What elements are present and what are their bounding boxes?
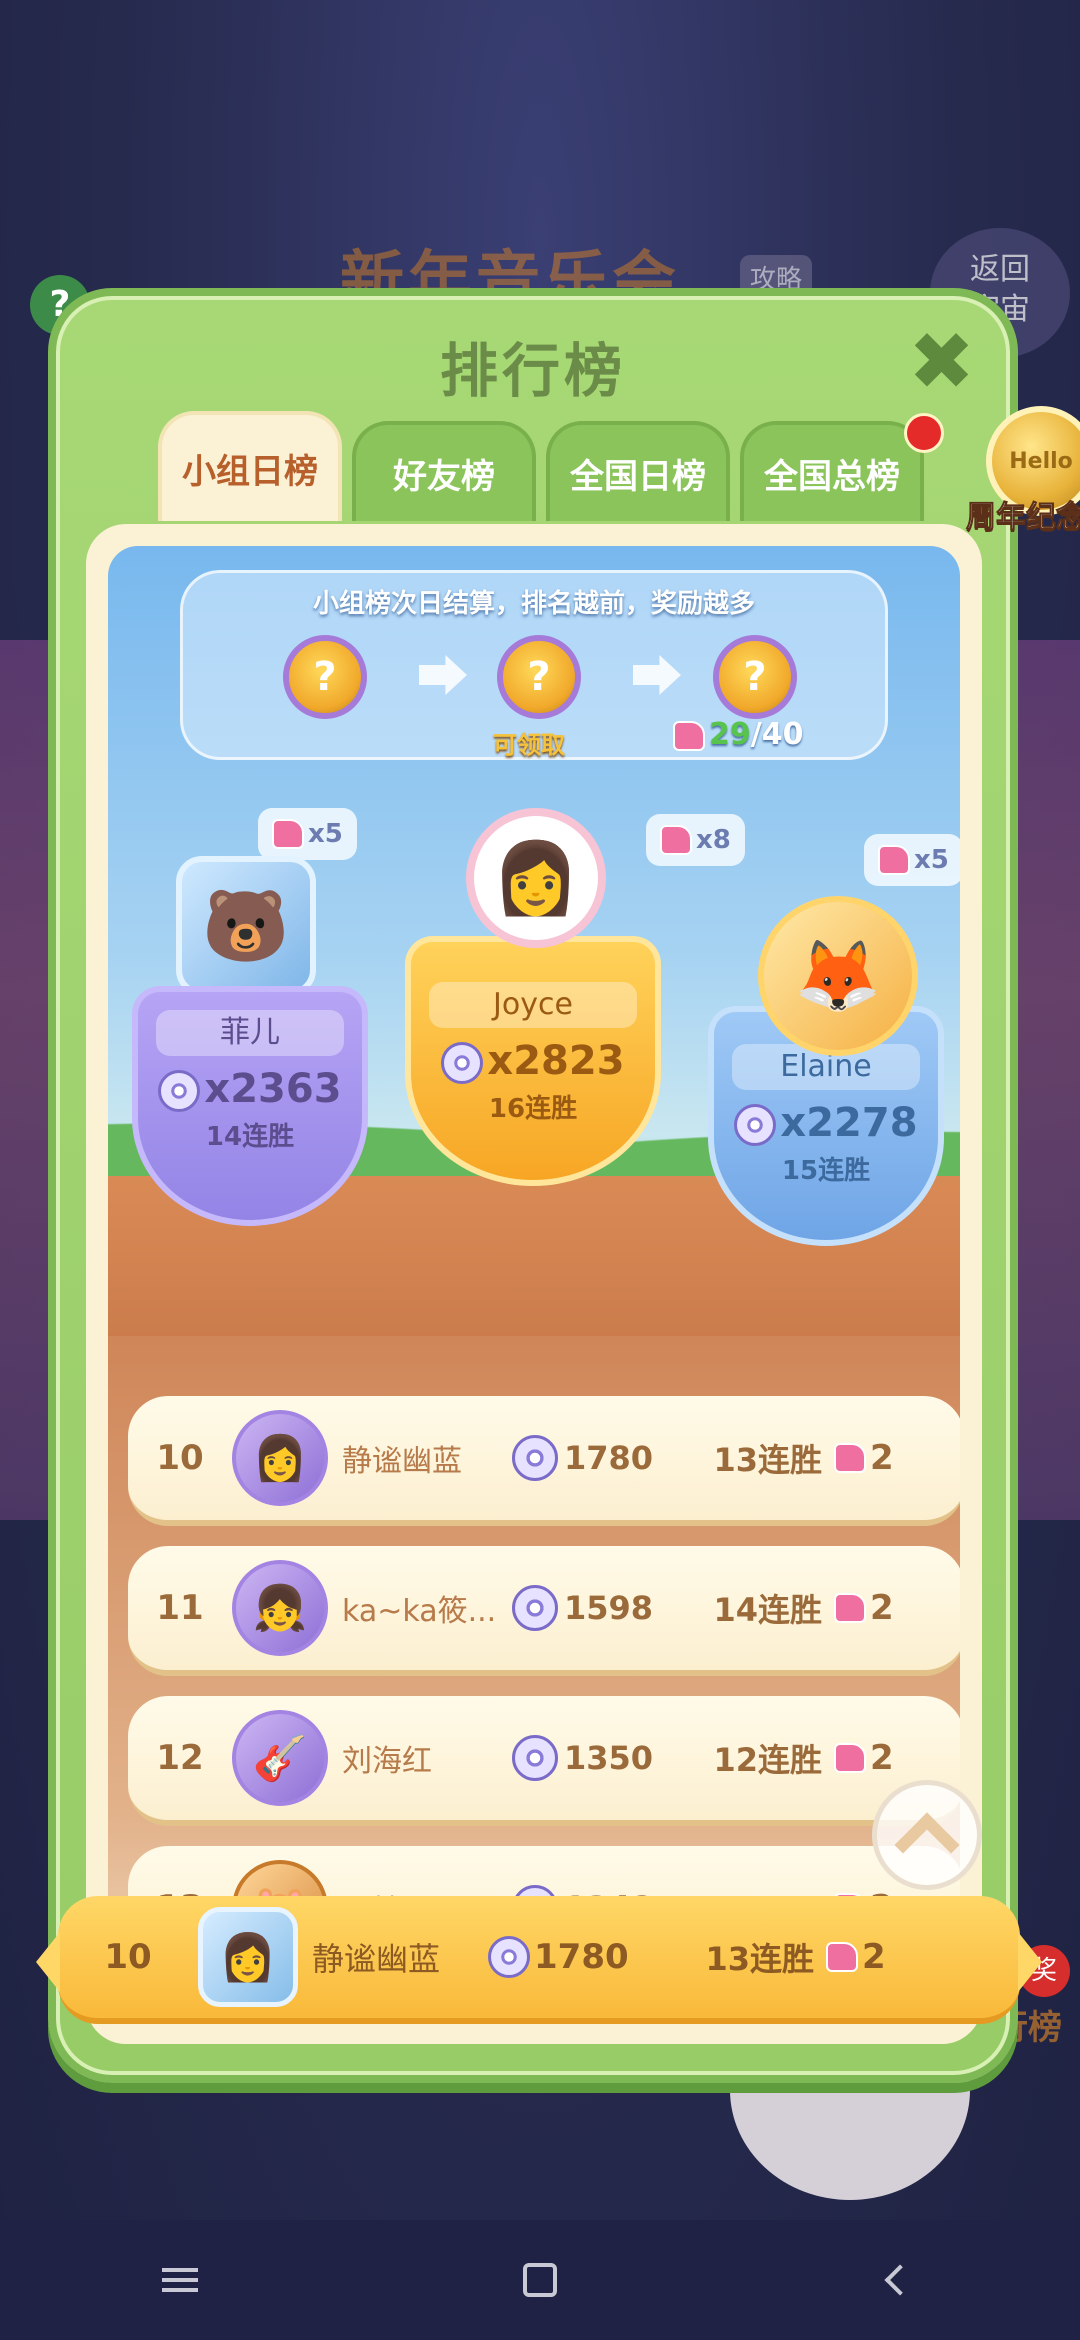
puzzle-piece-icon [878,845,910,875]
record-disc-icon [441,1042,484,1084]
menu-icon[interactable] [120,2240,240,2320]
player-score: x2823 [411,1038,655,1084]
arrow-right-icon [633,655,681,695]
reward-chest-icon[interactable]: ? [283,635,367,719]
puzzle-piece-icon [834,1443,866,1473]
arrow-right-icon [419,655,467,695]
back-icon[interactable] [840,2240,960,2320]
puzzle-piece-icon [673,720,705,751]
player-streak: 14连胜 [205,1122,295,1152]
player-name: ka~ka筱... [342,1594,497,1629]
avatar[interactable]: 🎸 [232,1710,328,1806]
player-score: x2363 [138,1066,362,1112]
tab-national-daily[interactable]: 全国日榜 [546,421,730,521]
chevron-up-icon [894,1812,960,1878]
player-streak: 12连胜 [713,1741,822,1779]
table-row[interactable]: 12 🎸 刘海红 1350 12连胜 2 [128,1696,960,1826]
pieces-count: 2 [834,1588,914,1628]
leaderboard-panel: 小组榜次日结算，排名越前，奖励越多 ? ? ? 可领取 29/40 x5 🐻 菲… [86,524,982,2044]
player-score: x2278 [714,1100,938,1146]
claimable-label[interactable]: 可领取 [493,725,565,760]
leaderboard-modal: 排行榜 ✖ 小组日榜 好友榜 全国日榜 全国总榜 Hello 周年纪念币 小组榜… [48,288,1080,2083]
modal-title: 排行榜 [439,337,626,405]
player-name: 静谧幽蓝 [342,1444,462,1479]
avatar[interactable]: 👩 [198,1907,298,2007]
player-streak: 15连胜 [781,1156,871,1186]
scroll-to-top-button[interactable] [872,1780,982,1890]
record-disc-icon [512,1585,558,1631]
player-score: 1598 [512,1585,682,1631]
reward-chest-icon[interactable]: ? [497,635,581,719]
player-score: 1780 [488,1936,674,1978]
pieces-count: 2 [834,1738,914,1778]
my-rank-row[interactable]: 10 👩 静谧幽蓝 1780 13连胜 2 [36,1896,1042,2024]
anniversary-coin-label: 周年纪念币 [966,500,1080,536]
pieces-bubble: x5 [258,808,357,860]
pieces-count: x5 [914,845,949,875]
tab-bar: 小组日榜 好友榜 全国日榜 全国总榜 [158,411,924,521]
banner-text: 小组榜次日结算，排名越前，奖励越多 [312,589,755,619]
reward-banner: 小组榜次日结算，排名越前，奖励越多 ? ? ? 可领取 29/40 [180,570,888,760]
puzzle-piece-icon [660,825,692,855]
player-streak: 13连胜 [705,1940,814,1978]
pieces-bubble: x8 [646,814,745,866]
leaderboard-scene: 小组榜次日结算，排名越前，奖励越多 ? ? ? 可领取 29/40 x5 🐻 菲… [108,546,960,2022]
player-streak: 16连胜 [488,1094,578,1124]
table-row[interactable]: 10 👩 静谧幽蓝 1780 13连胜 2 [128,1396,960,1526]
tab-national-total[interactable]: 全国总榜 [740,421,924,521]
rank-number: 11 [156,1588,204,1628]
tab-friends[interactable]: 好友榜 [352,421,536,521]
player-score: 1350 [512,1735,682,1781]
player-streak: 13连胜 [713,1441,822,1479]
record-disc-icon [734,1104,777,1146]
rank-number: 10 [156,1438,204,1478]
record-disc-icon [512,1735,558,1781]
system-nav-bar [0,2220,1080,2340]
rank-number: 10 [104,1937,152,1977]
player-name: 刘海红 [342,1744,432,1779]
progress-current: 29 [709,717,751,752]
avatar[interactable]: 👧 [232,1560,328,1656]
puzzle-piece-icon [834,1743,866,1773]
pieces-count: x5 [308,819,343,849]
player-name: 静谧幽蓝 [312,1940,441,1978]
avatar[interactable]: 🐻 [176,856,316,996]
player-score: 1780 [512,1435,682,1481]
record-disc-icon [488,1936,530,1978]
close-icon[interactable]: ✖ [908,322,975,402]
record-disc-icon [512,1435,558,1481]
table-row[interactable]: 11 👧 ka~ka筱... 1598 14连胜 2 [128,1546,960,1676]
puzzle-piece-icon [834,1593,866,1623]
reward-chest-icon[interactable]: ? [713,635,797,719]
notification-dot [904,413,944,453]
avatar[interactable]: 🦊 [758,896,918,1056]
avatar[interactable]: 👩 [232,1410,328,1506]
player-name: Joyce [429,982,637,1028]
avatar[interactable]: 👩 [466,808,606,948]
piece-progress: 29/40 [673,717,803,752]
pieces-count: 2 [826,1937,906,1977]
puzzle-piece-icon [272,819,304,849]
tab-group-daily[interactable]: 小组日榜 [158,411,342,521]
player-streak: 14连胜 [713,1591,822,1629]
player-name: 菲儿 [156,1010,344,1056]
home-icon[interactable] [480,2240,600,2320]
puzzle-piece-icon [826,1942,858,1972]
pieces-count: 2 [834,1438,914,1478]
record-disc-icon [158,1070,201,1112]
progress-total: /40 [750,717,804,752]
anniversary-coin-button[interactable]: Hello 周年纪念币 [961,406,1080,536]
podium-second: 菲儿 x2363 14连胜 [132,986,368,1226]
pieces-count: x8 [696,825,731,855]
podium-first: Joyce x2823 16连胜 [405,936,661,1186]
rank-number: 12 [156,1738,204,1778]
pieces-bubble: x5 [864,834,960,886]
